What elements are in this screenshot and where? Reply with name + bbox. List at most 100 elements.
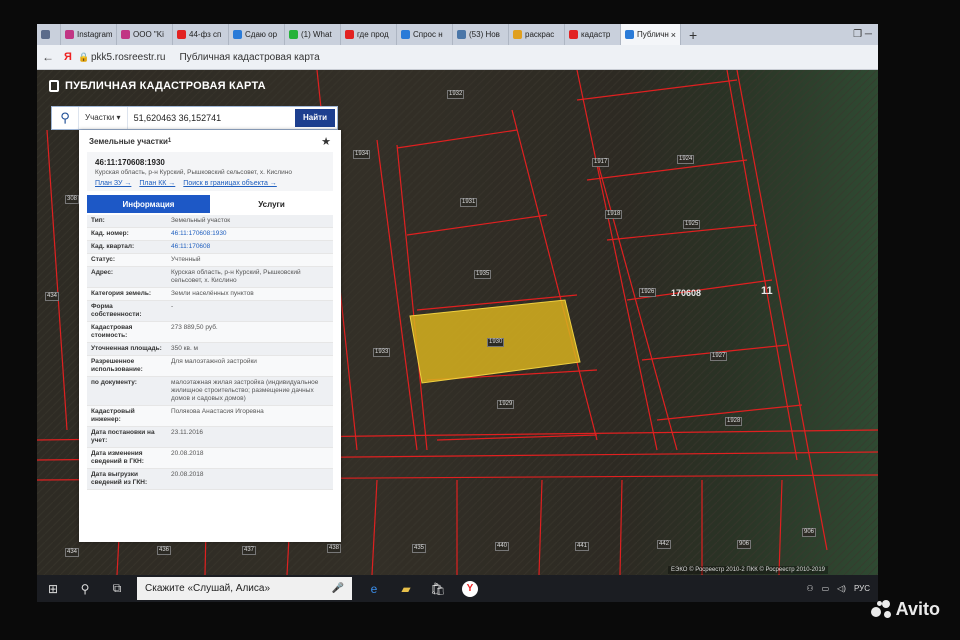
app-brand: ПУБЛИЧНАЯ КАДАСТРОВАЯ КАРТА bbox=[49, 80, 266, 92]
browser-tab[interactable]: Публичн × bbox=[621, 24, 681, 45]
windows-start-icon[interactable]: ⊞ bbox=[37, 575, 69, 602]
browser-tab[interactable]: Спрос н bbox=[397, 24, 453, 45]
panel-header: Земельные участки 1 ★ bbox=[79, 130, 341, 152]
search-type-dropdown[interactable]: Участки ▾ bbox=[79, 107, 128, 129]
tab-services[interactable]: Услуги bbox=[210, 195, 333, 213]
browser-tab-label: раскрас bbox=[525, 30, 555, 39]
instagram-icon bbox=[65, 30, 74, 39]
attribute-row: Тип: Земельный участок bbox=[87, 215, 333, 228]
person-icon[interactable]: ⚇ bbox=[806, 584, 813, 593]
browser-tab[interactable]: ООО "Ki bbox=[117, 24, 173, 45]
map-copyright: ЕЭКО © Росреестр 2010-2 ПКК © Росреестр … bbox=[668, 566, 828, 574]
attribute-key: Статус: bbox=[91, 256, 116, 263]
tab-information[interactable]: Информация bbox=[87, 195, 210, 213]
vk-icon bbox=[457, 30, 466, 39]
attribute-row: Кад. номер: 46:11:170608:1930 bbox=[87, 228, 333, 241]
browser-tab-label: Спрос н bbox=[413, 30, 443, 39]
yandex-browser-icon[interactable]: Y bbox=[454, 575, 486, 602]
attribute-row: Разрешенное использование: Для малоэтажно… bbox=[87, 356, 333, 377]
attribute-row: Категория земель: Земли населённых пункто… bbox=[87, 288, 333, 301]
parcel-label: 1933 bbox=[373, 348, 391, 357]
attribute-value: - bbox=[171, 303, 174, 310]
attribute-value[interactable]: 46:11:170608:1930 bbox=[167, 228, 333, 240]
favorite-star-icon[interactable]: ★ bbox=[321, 135, 331, 148]
panel-heading-count: 1 bbox=[167, 138, 172, 144]
attribute-value: 350 кв. м bbox=[171, 345, 199, 352]
parcel-label: 1928 bbox=[725, 417, 743, 426]
search-icon[interactable]: ⚲ bbox=[69, 575, 101, 602]
parcel-label: 434 bbox=[65, 548, 80, 557]
parcel-label: 440 bbox=[495, 542, 510, 551]
attribute-row: Дата выгрузки сведений из ГКН: 20.08.2018 bbox=[87, 469, 333, 490]
browser-tab[interactable]: 44-фз сп bbox=[173, 24, 229, 45]
parcel-label: 906 bbox=[737, 540, 752, 549]
store-icon[interactable]: 🛍 bbox=[422, 575, 454, 602]
system-tray: ⚇ ▭ ◁) РУС bbox=[806, 584, 878, 593]
rosreestr-logo-icon bbox=[49, 80, 59, 92]
attribute-value: Курская область, р-н Курский, Рышковский… bbox=[171, 269, 301, 284]
panel-heading: Земельные участки bbox=[89, 136, 168, 146]
browser-tab[interactable]: кадастр bbox=[565, 24, 621, 45]
browser-tab-label: Сдаю ор bbox=[245, 30, 278, 39]
avito-text: Avito bbox=[895, 599, 940, 619]
yandex-icon[interactable]: Я bbox=[59, 51, 77, 63]
language-indicator[interactable]: РУС bbox=[854, 584, 870, 593]
new-tab-button[interactable]: + bbox=[681, 27, 705, 43]
avito-logo-icon bbox=[870, 599, 893, 620]
search-icon[interactable]: ⚲ bbox=[52, 107, 79, 129]
attribute-key: Дата выгрузки сведений из ГКН: bbox=[91, 471, 148, 486]
browser-tab[interactable]: Сдаю ор bbox=[229, 24, 285, 45]
parcel-label: 434 bbox=[45, 292, 60, 301]
browser-tab-label: Публичн bbox=[637, 30, 669, 39]
file-explorer-icon[interactable]: ▰ bbox=[390, 575, 422, 602]
app-title: ПУБЛИЧНАЯ КАДАСТРОВАЯ КАРТА bbox=[65, 80, 266, 92]
lock-icon[interactable]: 🔒 bbox=[77, 52, 91, 63]
browser-tab[interactable]: где прод bbox=[341, 24, 397, 45]
parcel-label: 1925 bbox=[683, 220, 701, 229]
browser-tab-label: кадастр bbox=[581, 30, 611, 39]
search-within-link[interactable]: Поиск в границах объекта → bbox=[183, 180, 277, 187]
network-icon[interactable]: ▭ bbox=[822, 584, 830, 593]
attribute-value: малоэтажная жилая застройка (индивидуаль… bbox=[171, 379, 319, 402]
cadastral-map[interactable]: 1932 1931 1935 1930 1929 1934 1933 1924 … bbox=[37, 70, 878, 575]
browser-tab[interactable] bbox=[37, 24, 61, 45]
attribute-value[interactable]: 46:11:170608 bbox=[167, 241, 333, 253]
browser-tab[interactable]: раскрас bbox=[509, 24, 565, 45]
browser-tab-label: (53) Нов bbox=[469, 30, 500, 39]
volume-icon[interactable]: ◁) bbox=[837, 584, 846, 593]
task-view-icon[interactable]: ⧉ bbox=[101, 575, 133, 602]
browser-tab-label: ООО "Ki bbox=[133, 30, 164, 39]
find-button[interactable]: Найти bbox=[295, 109, 335, 127]
parcel-address: Курская область, р-н Курский, Рышковский… bbox=[95, 169, 293, 176]
close-tab-icon[interactable]: × bbox=[669, 30, 676, 40]
parcel-label: 1932 bbox=[447, 90, 465, 99]
alice-search-box[interactable]: Скажите «Слушай, Алиса» 🎤 bbox=[137, 577, 352, 600]
avito-watermark: Avito bbox=[870, 599, 940, 620]
browser-tab[interactable]: (53) Нов bbox=[453, 24, 509, 45]
parcel-label: 441 bbox=[575, 542, 590, 551]
attribute-value: Для малоэтажной застройки bbox=[171, 358, 257, 365]
parcel-label: 906 bbox=[802, 528, 817, 537]
parcel-label: 1917 bbox=[592, 158, 610, 167]
search-bar: ⚲ Участки ▾ Найти bbox=[51, 106, 338, 130]
parcel-label: 1934 bbox=[353, 150, 371, 159]
block-number-label: 170608 bbox=[671, 288, 702, 298]
alice-placeholder: Скажите «Слушай, Алиса» bbox=[145, 583, 271, 594]
attribute-key: Категория земель: bbox=[91, 290, 152, 297]
plan-zu-link[interactable]: План ЗУ → bbox=[95, 180, 131, 187]
edge-icon[interactable]: e bbox=[358, 575, 390, 602]
browser-tab[interactable]: Instagram bbox=[61, 24, 117, 45]
attribute-row: Дата изменения сведений в ГКН: 20.08.2018 bbox=[87, 448, 333, 469]
attribute-key: Адрес: bbox=[91, 269, 114, 276]
back-icon[interactable]: ← bbox=[37, 50, 59, 64]
coordinates-input[interactable] bbox=[127, 112, 296, 124]
attribute-key: Дата изменения сведений в ГКН: bbox=[91, 450, 144, 465]
url-field[interactable]: pkk5.rosreestr.ru bbox=[91, 52, 165, 63]
window-controls[interactable]: ❐ ─ bbox=[847, 29, 878, 40]
plan-kk-link[interactable]: План КК → bbox=[139, 180, 175, 187]
parcel-cadastral-number[interactable]: 46:11:170608:1930 bbox=[95, 158, 325, 167]
attribute-row: Уточненная площадь: 350 кв. м bbox=[87, 343, 333, 356]
browser-tab[interactable]: (1) What bbox=[285, 24, 341, 45]
microphone-icon[interactable]: 🎤 bbox=[332, 583, 344, 594]
parcel-label: 435 bbox=[412, 544, 427, 553]
